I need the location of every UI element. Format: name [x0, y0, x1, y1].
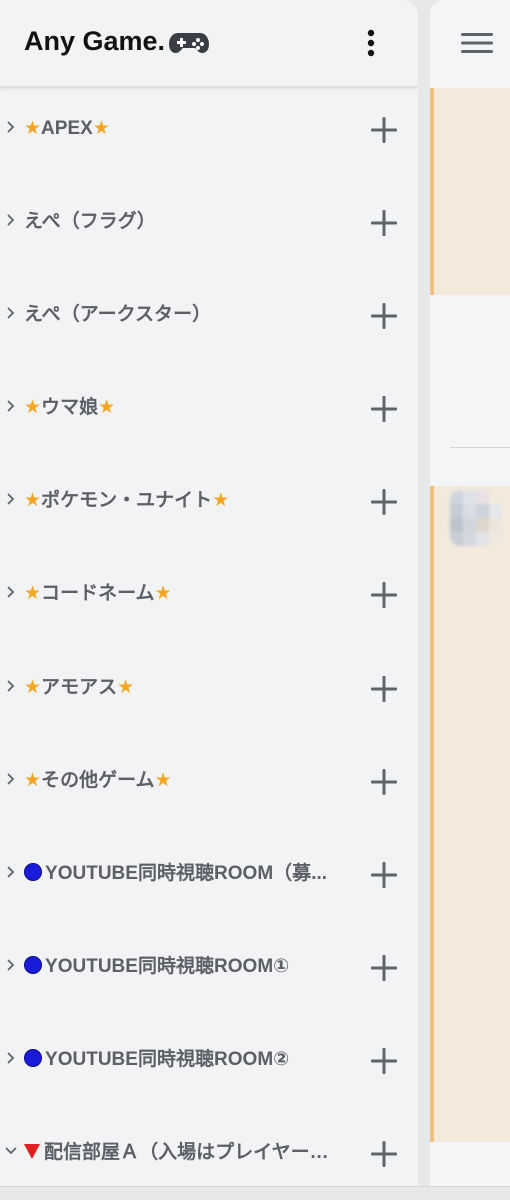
mention-highlight-block [430, 88, 510, 295]
add-channel-button[interactable] [370, 954, 398, 982]
plus-icon [371, 210, 397, 237]
add-channel-button[interactable] [370, 581, 398, 609]
chevron-right-icon [5, 306, 17, 320]
chevron-right-icon [5, 492, 17, 506]
server-options-button[interactable] [356, 26, 386, 60]
bottom-bar [0, 1186, 510, 1200]
category-row-1[interactable]: ★APEX★ [0, 90, 418, 183]
plus-icon [371, 1047, 397, 1074]
add-channel-button[interactable] [370, 488, 398, 516]
category-label: 配信部屋Ａ（入場はプレイヤーの... [24, 1140, 344, 1166]
category-list: ★APEX★ えぺ（フラグ） えぺ（アークスター） ★ウマ娘★ ★ポケモン・ユナ… [0, 90, 418, 1200]
add-channel-button[interactable] [370, 209, 398, 237]
add-channel-button[interactable] [370, 302, 398, 330]
chevron-down-icon [5, 1144, 17, 1158]
category-label: ★ウマ娘★ [24, 397, 116, 419]
add-channel-button[interactable] [370, 1140, 398, 1168]
message-divider [450, 447, 510, 448]
chevron-right-icon [5, 213, 17, 227]
chevron-right-icon [5, 958, 17, 972]
category-label: ★その他ゲーム★ [24, 769, 172, 791]
hamburger-menu-button[interactable] [460, 30, 494, 56]
plus-icon [371, 954, 397, 981]
gamepad-icon [169, 32, 210, 53]
add-channel-button[interactable] [370, 675, 398, 703]
category-row-5[interactable]: ★ポケモン・ユナイト★ [0, 462, 418, 555]
category-label: えぺ（フラグ） [24, 211, 156, 233]
app-root: Any Game. ★APEX★ えぺ（フラグ） えぺ（アークスター） ★ウマ娘… [0, 0, 510, 1200]
plus-icon [371, 1141, 397, 1168]
server-name-text: Any Game. [24, 26, 166, 56]
add-channel-button[interactable] [370, 395, 398, 423]
channel-sidebar: Any Game. ★APEX★ えぺ（フラグ） えぺ（アークスター） ★ウマ娘… [0, 0, 418, 1200]
plus-icon [371, 117, 397, 143]
category-row-2[interactable]: えぺ（フラグ） [0, 183, 418, 276]
server-name[interactable]: Any Game. [24, 26, 210, 57]
plus-icon [371, 768, 397, 795]
chevron-right-icon [5, 1051, 17, 1065]
channel-content-pane [430, 0, 510, 1186]
plus-icon [371, 582, 397, 609]
plus-icon [371, 489, 397, 516]
plus-icon [371, 675, 397, 702]
chevron-right-icon [5, 399, 17, 413]
category-row-4[interactable]: ★ウマ娘★ [0, 369, 418, 462]
category-row-9[interactable]: YOUTUBE同時視聴ROOM（募... [0, 835, 418, 928]
category-label: YOUTUBE同時視聴ROOM② [24, 1047, 344, 1073]
mention-highlight-block [430, 486, 510, 1142]
category-label: ★ポケモン・ユナイト★ [24, 490, 230, 512]
chevron-right-icon [5, 772, 17, 786]
category-label: ★コードネーム★ [24, 583, 172, 605]
category-row-11[interactable]: YOUTUBE同時視聴ROOM② [0, 1021, 418, 1114]
kebab-menu-icon [367, 29, 375, 57]
chevron-right-icon [5, 585, 17, 599]
category-row-8[interactable]: ★その他ゲーム★ [0, 742, 418, 835]
add-channel-button[interactable] [370, 116, 398, 144]
category-row-6[interactable]: ★コードネーム★ [0, 555, 418, 648]
plus-icon [371, 303, 397, 330]
chevron-right-icon [5, 865, 17, 879]
add-channel-button[interactable] [370, 1047, 398, 1075]
category-label: YOUTUBE同時視聴ROOM① [24, 954, 344, 980]
category-label: ★アモアス★ [24, 676, 135, 698]
category-row-3[interactable]: えぺ（アークスター） [0, 276, 418, 369]
category-row-10[interactable]: YOUTUBE同時視聴ROOM① [0, 928, 418, 1021]
plus-icon [371, 861, 397, 888]
server-header[interactable]: Any Game. [0, 0, 418, 88]
blurred-avatar [450, 490, 502, 546]
category-label: えぺ（アークスター） [24, 304, 212, 326]
hamburger-menu-icon [461, 33, 493, 53]
category-label: ★APEX★ [24, 118, 110, 139]
plus-icon [371, 396, 397, 423]
add-channel-button[interactable] [370, 768, 398, 796]
chevron-right-icon [5, 120, 17, 134]
chevron-right-icon [5, 679, 17, 693]
category-label: YOUTUBE同時視聴ROOM（募... [24, 861, 344, 887]
add-channel-button[interactable] [370, 861, 398, 889]
category-row-7[interactable]: ★アモアス★ [0, 649, 418, 742]
